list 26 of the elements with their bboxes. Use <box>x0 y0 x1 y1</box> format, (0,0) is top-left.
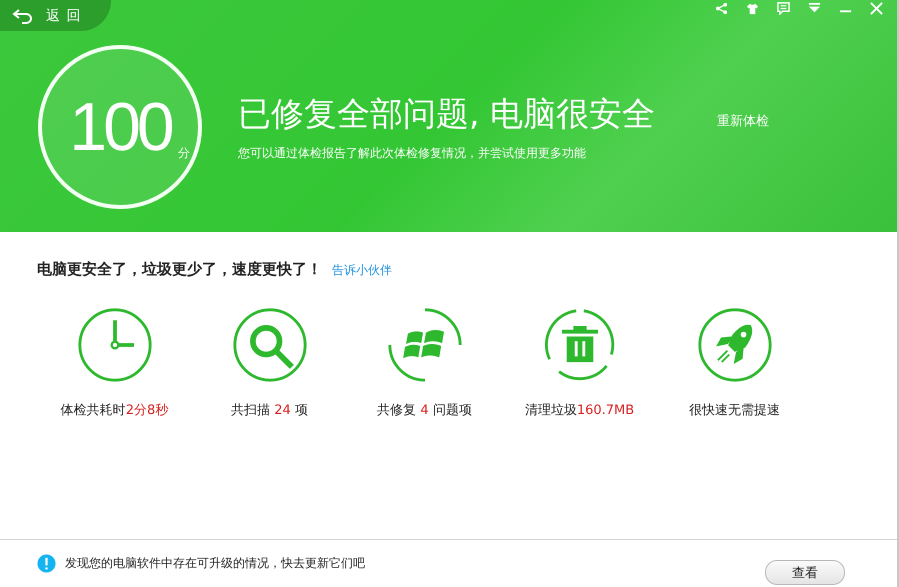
share-link[interactable]: 告诉小伙伴 <box>332 262 392 279</box>
rocket-icon <box>696 307 772 383</box>
back-arrow-icon <box>12 8 34 24</box>
info-icon <box>37 554 56 573</box>
result-subtitle: 您可以通过体检报告了解此次体检修复情况，并尝试使用更多功能 <box>238 145 587 162</box>
notice-text: 发现您的电脑软件中存在可升级的情况，快去更新它们吧 <box>65 555 365 572</box>
clock-icon <box>76 307 152 383</box>
summary-text: 电脑更安全了，垃圾更少了，速度更快了！ <box>37 260 322 279</box>
stat-label: 很快速无需提速 <box>689 402 780 419</box>
shirt-icon[interactable] <box>746 2 759 15</box>
stat-label: 共修复 4 问题项 <box>377 402 472 419</box>
stat-label: 体检共耗时2分8秒 <box>60 402 168 419</box>
result-headline: 已修复全部问题, 电脑很安全 <box>238 93 655 135</box>
stat-label: 共扫描 24 项 <box>231 402 308 419</box>
recheck-link[interactable]: 重新体检 <box>716 112 769 130</box>
score-unit: 分 <box>178 145 190 162</box>
view-button[interactable]: 查看 <box>765 560 845 585</box>
menu-icon[interactable] <box>808 2 821 15</box>
stat-label: 清理垃圾160.7MB <box>524 402 634 419</box>
close-icon[interactable] <box>870 2 883 15</box>
message-icon[interactable] <box>777 2 790 15</box>
score-value: 100 <box>69 88 171 166</box>
back-button[interactable]: 返 回 <box>0 0 112 31</box>
search-icon <box>232 307 308 383</box>
windows-logo-icon <box>386 307 462 383</box>
share-icon[interactable] <box>715 2 728 15</box>
